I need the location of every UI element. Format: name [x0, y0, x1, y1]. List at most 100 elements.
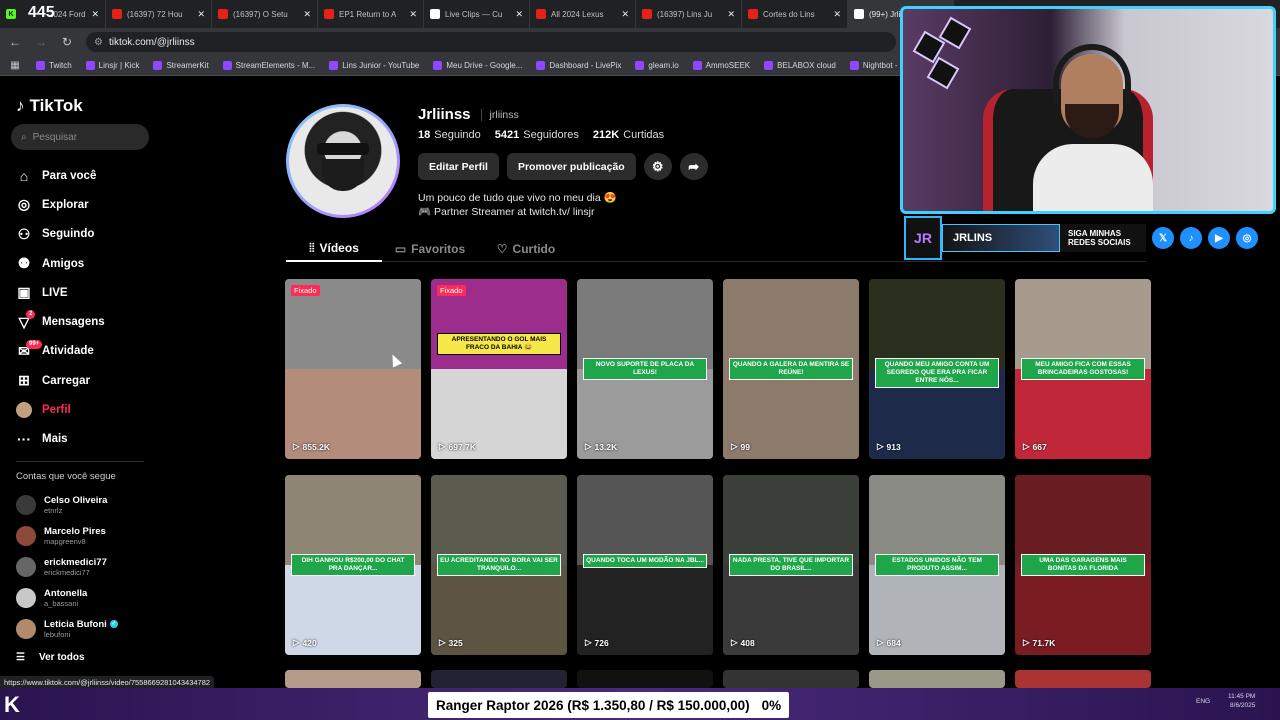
back-icon[interactable]: ← — [8, 35, 22, 49]
browser-tab[interactable]: Cortes do Lins ✕ — [742, 0, 848, 28]
screen: K2024 Ford Range✕(16397) 72 Hou✕(16397) … — [0, 0, 1280, 720]
sidebar-item-para-voce[interactable]: ⌂ Para você — [0, 161, 160, 190]
video-thumbnail[interactable]: DIH GANHOU R$200,00 DO CHAT PRA DANÇAR..… — [285, 475, 421, 655]
bookmark-item[interactable]: gleam.io — [635, 61, 679, 70]
apps-icon[interactable]: ▦ — [8, 60, 22, 71]
profile-avatar[interactable] — [286, 104, 400, 218]
video-thumbnail[interactable]: NOVO SUPORTE DE PLACA DA LEXUS! ▷ 13.2K — [577, 279, 713, 459]
sidebar-item-label: Mais — [42, 433, 68, 446]
sidebar-item-atividade[interactable]: ✉ Atividade 99+ — [0, 337, 160, 366]
sidebar-item-live[interactable]: ▣ LIVE — [0, 278, 160, 307]
bookmark-item[interactable]: AmmoSEEK — [692, 61, 751, 70]
forward-icon[interactable]: → — [34, 35, 48, 49]
sidebar-item-carregar[interactable]: ⊞ Carregar — [0, 366, 160, 395]
close-tab-icon[interactable]: ✕ — [727, 9, 735, 20]
following-account[interactable]: Celso Oliveira etnrlz — [16, 489, 156, 520]
browser-tab[interactable]: (16397) Lins Ju ✕ — [636, 0, 742, 28]
close-tab-icon[interactable]: ✕ — [91, 9, 99, 20]
video-thumbnail[interactable]: QUANDO A GALERA DA MENTIRA SE REÚNE! ▷ 99 — [723, 279, 859, 459]
close-tab-icon[interactable]: ✕ — [197, 9, 205, 20]
following-account[interactable]: Marcelo Pires mapgreenv8 — [16, 520, 156, 551]
following-label: Seguindo — [434, 129, 481, 141]
video-thumbnail[interactable]: NADA PRESTA, TIVE QUE IMPORTAR DO BRASIL… — [723, 475, 859, 655]
following-name: Marcelo Pires — [44, 526, 106, 537]
streamer-shirt — [1033, 144, 1153, 211]
browser-tab[interactable]: (16397) O Setu ✕ — [212, 0, 318, 28]
bookmark-item[interactable]: BELABOX cloud — [764, 61, 836, 70]
bookmark-item[interactable]: Meu Drive - Google... — [433, 61, 522, 70]
video-thumbnail[interactable]: EU ACREDITANDO NO BORA VAI SER TRANQUILO… — [431, 475, 567, 655]
promote-button[interactable]: Promover publicação — [506, 153, 636, 180]
video-thumbnail[interactable] — [577, 670, 713, 688]
close-tab-icon[interactable]: ✕ — [515, 9, 523, 20]
see-all-link[interactable]: ☰ Ver todos — [16, 652, 85, 663]
bookmark-favicon-icon — [692, 61, 702, 70]
video-thumbnail[interactable]: QUANDO TOCA UM MODÃO NA JBL... ▷ 726 — [577, 475, 713, 655]
video-thumbnail[interactable] — [869, 670, 1005, 688]
play-icon: ▷ — [585, 637, 592, 647]
bookmark-item[interactable]: Twitch — [36, 61, 72, 70]
browser-tab[interactable]: EP1 Return to A ✕ — [318, 0, 424, 28]
video-thumbnail[interactable]: ESTADOS UNIDOS NÃO TEM PRODUTO ASSIM... ▷… — [869, 475, 1005, 655]
profile-handle: jrliinss — [480, 108, 519, 121]
video-thumbnail[interactable]: MEU AMIGO FICA COM ESSAS BRINCADEIRAS GO… — [1015, 279, 1151, 459]
bookmark-label: AmmoSEEK — [705, 61, 751, 70]
view-count-value: 13.2K — [594, 441, 618, 452]
sidebar-item-mensagens[interactable]: ▽ Mensagens 2 — [0, 307, 160, 336]
view-count-value: 325 — [448, 637, 463, 648]
video-thumbnail[interactable]: UMA DAS GARAGENS MAIS BONITAS DA FLORIDA… — [1015, 475, 1151, 655]
close-tab-icon[interactable]: ✕ — [303, 9, 311, 20]
tab-favorites[interactable]: ▭ Favoritos — [382, 236, 478, 262]
bookmark-item[interactable]: Lins Junior - YouTube — [329, 61, 419, 70]
tab-liked[interactable]: ♡ Curtido — [478, 236, 574, 262]
close-tab-icon[interactable]: ✕ — [409, 9, 417, 20]
search-input[interactable]: ⌕ Pesquisar — [11, 124, 149, 150]
bookmark-item[interactable]: Linsjr | Kick — [85, 61, 139, 70]
followers-label: Seguidores — [523, 129, 579, 141]
tiktok-note-icon: ♪ — [16, 96, 25, 115]
browser-tab[interactable]: Live Clips — Cu ✕ — [424, 0, 530, 28]
address-bar[interactable]: ⚙ tiktok.com/@jrliinss — [86, 32, 896, 52]
youtube-favicon-icon — [536, 9, 546, 19]
following-handle: lebufoni — [44, 629, 71, 639]
video-thumbnail[interactable] — [723, 670, 859, 688]
sidebar-item-perfil[interactable]: Perfil — [0, 395, 160, 424]
video-thumbnail[interactable]: QUANDO MEU AMIGO CONTA UM SEGREDO QUE ER… — [869, 279, 1005, 459]
video-thumbnail[interactable] — [431, 670, 567, 688]
avatar — [16, 618, 36, 639]
following-account[interactable]: Leticia Bufoni ✓ lebufoni — [16, 613, 156, 644]
bookmark-item[interactable]: StreamElements - M... — [222, 61, 315, 70]
close-tab-icon[interactable]: ✕ — [833, 9, 841, 20]
reload-icon[interactable]: ↻ — [60, 35, 74, 49]
bookmark-item[interactable]: StreamerKit — [153, 61, 209, 70]
edit-profile-button[interactable]: Editar Perfil — [418, 153, 499, 180]
tiktok-logo[interactable]: ♪ TikTok — [16, 96, 83, 116]
following-account-text: Celso Oliveira etnrlz — [44, 495, 107, 515]
sidebar-item-amigos[interactable]: ⚉ Amigos — [0, 249, 160, 278]
video-thumbnail[interactable]: APRESENTANDO O GOL MAIS FRACO DA BAHIA 😂… — [431, 279, 567, 459]
settings-gear-icon[interactable]: ⚙ — [643, 153, 672, 180]
following-account[interactable]: erickmedici77 erickmedici77 — [16, 551, 156, 582]
bookmark-item[interactable]: Dashboard - LivePix — [536, 61, 621, 70]
stat-followers[interactable]: 5421 Seguidores — [495, 129, 579, 141]
close-tab-icon[interactable]: ✕ — [621, 9, 629, 20]
sidebar-item-seguindo[interactable]: ⚇ Seguindo — [0, 220, 160, 249]
video-thumbnail[interactable]: Fixado ▷ 855.2K — [285, 279, 421, 459]
stat-following[interactable]: 18 Seguindo — [418, 129, 481, 141]
following-account[interactable]: Antonella a_bassani — [16, 582, 156, 613]
search-icon: ⌕ — [21, 131, 27, 143]
sidebar-item-mais[interactable]: ··· Mais — [0, 425, 160, 454]
browser-tab[interactable]: (16397) 72 Hou ✕ — [106, 0, 212, 28]
video-thumbnail[interactable] — [285, 670, 421, 688]
browser-tab[interactable]: All 2024 Lexus ✕ — [530, 0, 636, 28]
sidebar-item-explorar[interactable]: ◎ Explorar — [0, 190, 160, 219]
thumbnail-image-top — [723, 279, 859, 369]
following-name: Antonella — [44, 588, 87, 599]
thumbnail-image-top — [723, 475, 859, 565]
site-info-icon[interactable]: ⚙ — [94, 37, 103, 48]
likes-count: 212K — [592, 129, 620, 141]
tab-videos[interactable]: ⦙⦙ Vídeos — [286, 236, 382, 262]
webcam-overlay — [900, 6, 1276, 214]
video-thumbnail[interactable] — [1015, 670, 1151, 688]
share-icon[interactable]: ➦ — [679, 153, 708, 180]
